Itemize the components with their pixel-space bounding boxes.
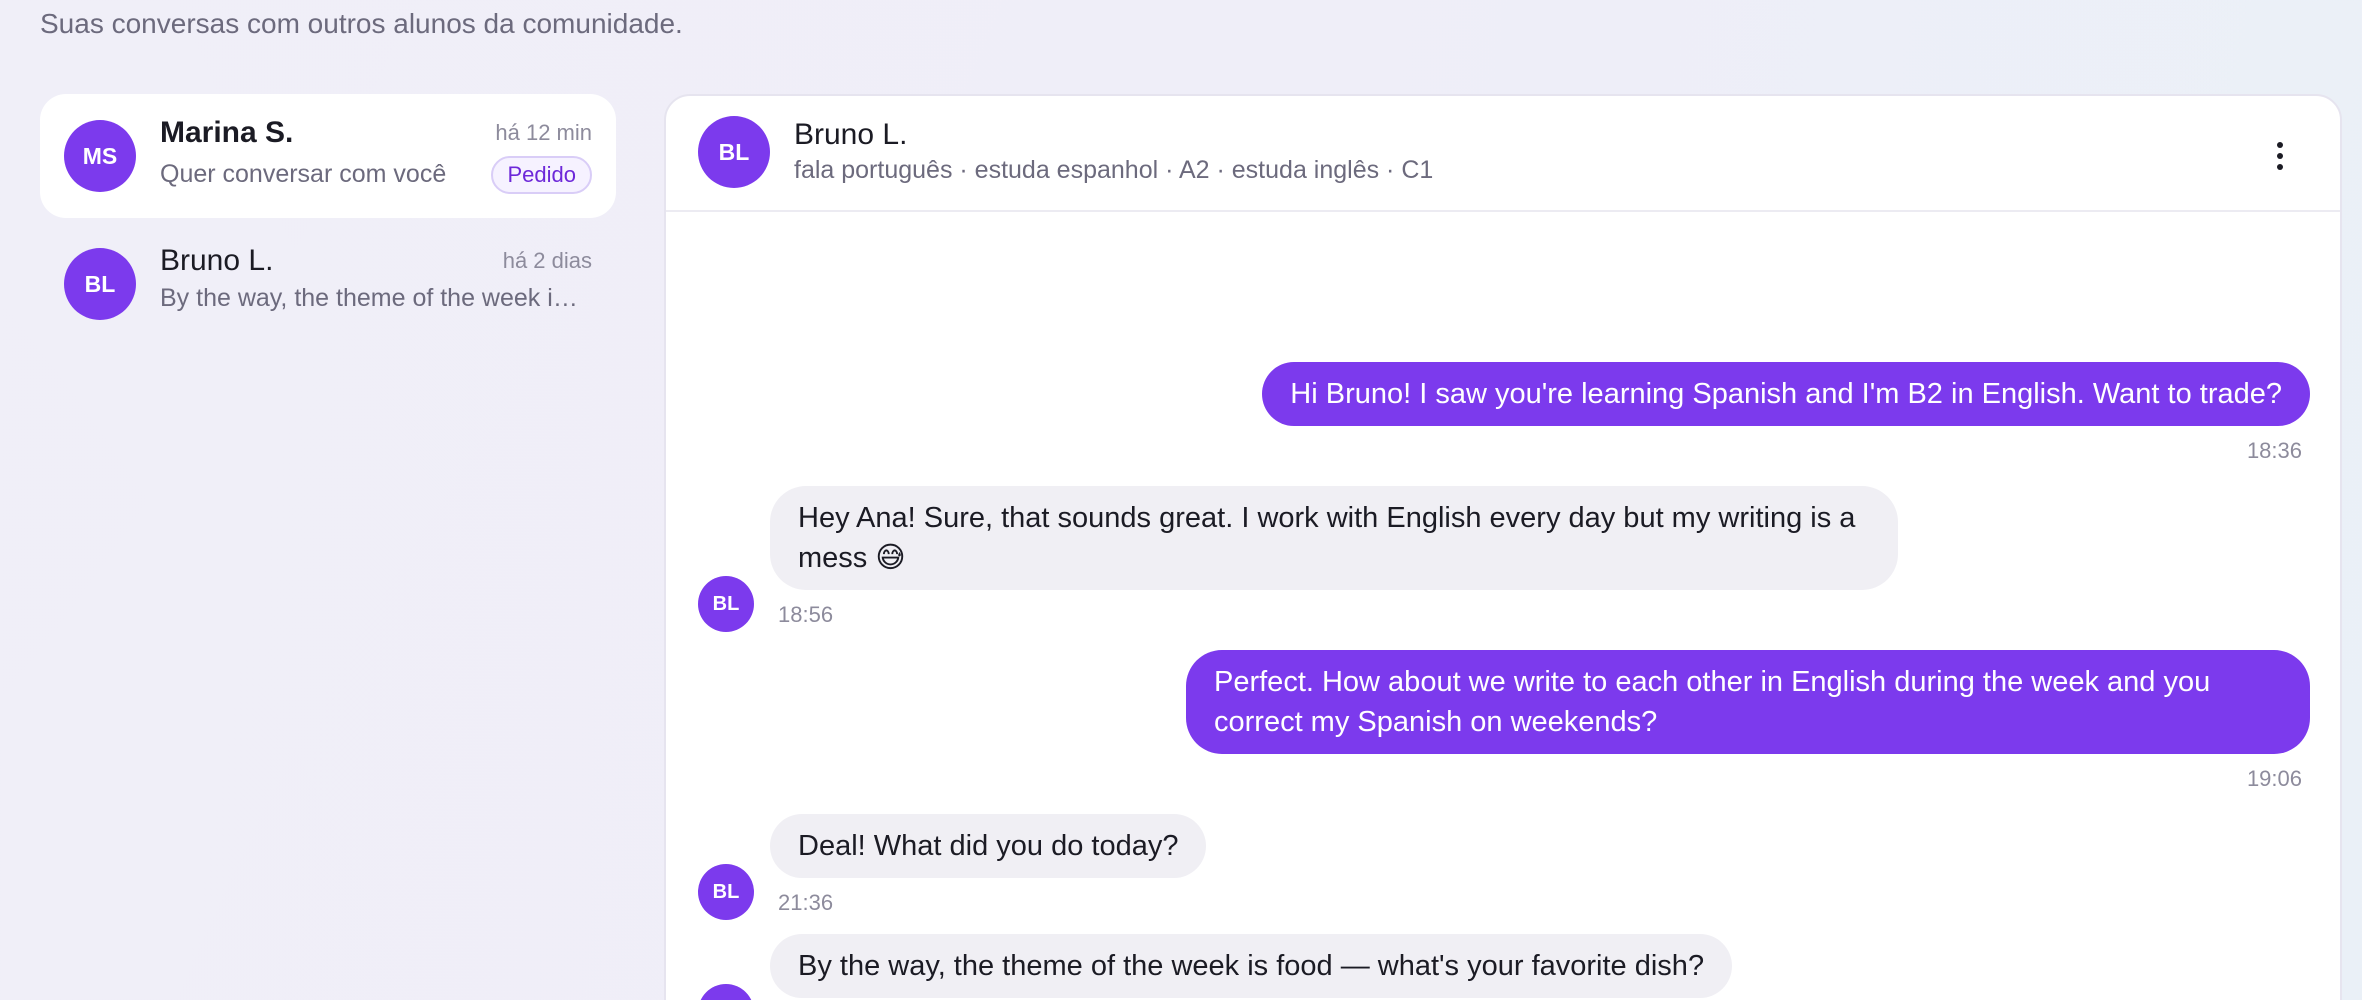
conversation-item-marina[interactable]: MS Marina S. há 12 min Quer conversar co…: [40, 94, 616, 218]
message-time: 18:56: [778, 602, 834, 627]
message-bubble-outgoing: Perfect. How about we write to each othe…: [1186, 650, 2310, 754]
request-badge: Pedido: [491, 156, 592, 194]
message-time: 19:06: [2246, 766, 2302, 791]
message-time: 18:36: [2246, 438, 2302, 463]
conversation-preview: Quer conversar com você: [160, 160, 447, 188]
conversation-preview: By the way, the theme of the week is foo…: [160, 284, 590, 312]
message-bubble-incoming: Deal! What did you do today?: [770, 814, 1207, 878]
chat-panel: BL Bruno L. fala português · estuda espa…: [664, 94, 2342, 1000]
more-vertical-icon[interactable]: [2270, 136, 2290, 176]
chat-contact-name[interactable]: Bruno L.: [794, 118, 907, 152]
conversation-list: MS Marina S. há 12 min Quer conversar co…: [40, 94, 616, 346]
avatar: BL: [698, 864, 754, 920]
conversation-time: há 2 dias: [502, 248, 592, 273]
conversation-name: Bruno L.: [160, 244, 274, 277]
page-subtitle: Suas conversas com outros alunos da comu…: [40, 8, 683, 39]
avatar[interactable]: BL: [698, 116, 770, 188]
avatar: MS: [64, 120, 136, 192]
avatar: BL: [698, 984, 754, 1000]
avatar: BL: [64, 248, 136, 320]
message-bubble-outgoing: Hi Bruno! I saw you're learning Spanish …: [1262, 362, 2310, 426]
chat-header: BL Bruno L. fala português · estuda espa…: [666, 96, 2340, 212]
message-bubble-incoming: By the way, the theme of the week is foo…: [770, 934, 1733, 998]
conversation-name: Marina S.: [160, 116, 294, 149]
chat-contact-languages: fala português · estuda espanhol · A2 · …: [794, 156, 1434, 184]
conversation-item-bruno[interactable]: BL Bruno L. há 2 dias By the way, the th…: [40, 222, 616, 342]
message-bubble-incoming: Hey Ana! Sure, that sounds great. I work…: [770, 486, 1898, 590]
conversation-time: há 12 min: [495, 120, 592, 145]
avatar: BL: [698, 576, 754, 632]
message-time: 21:36: [778, 890, 834, 915]
